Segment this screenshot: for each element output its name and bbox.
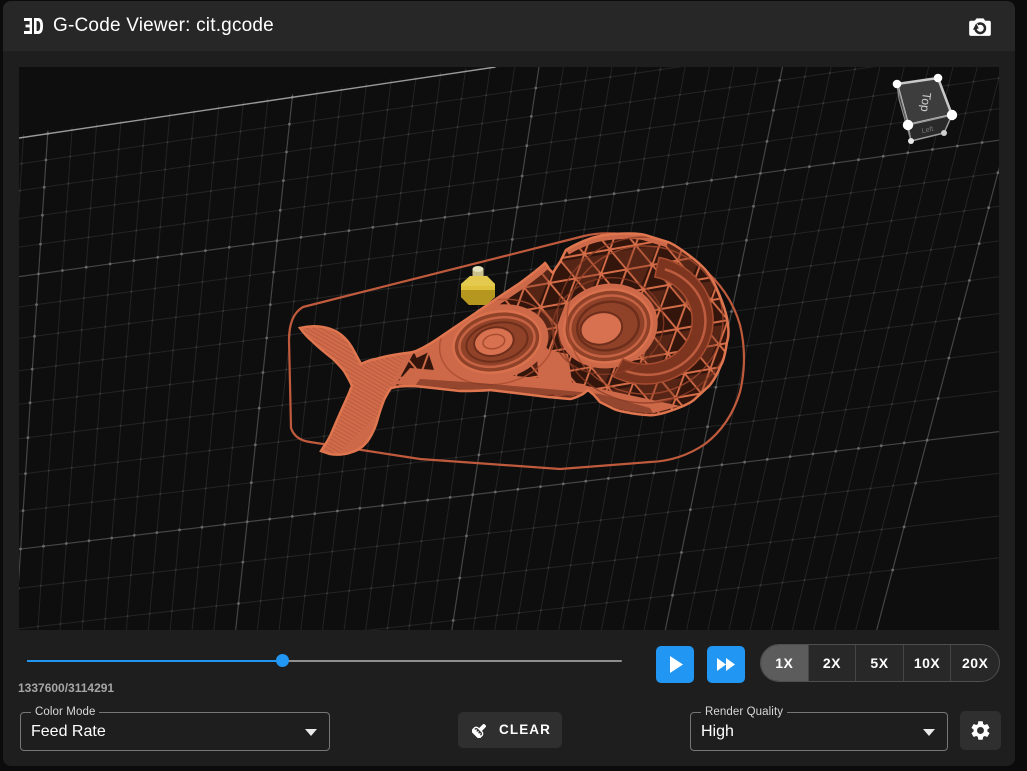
svg-text:Top: Top [918,92,934,113]
